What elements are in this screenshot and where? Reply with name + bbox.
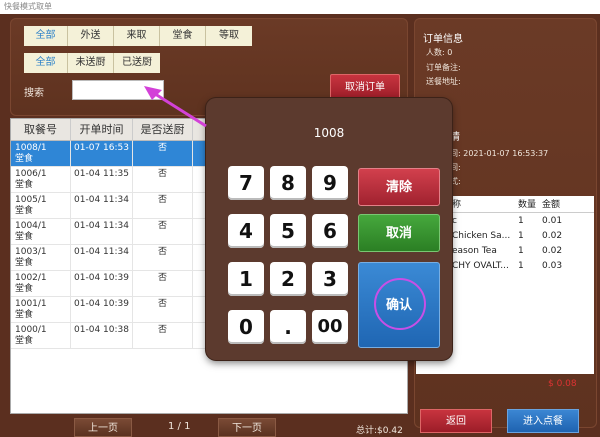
- cancel-order-button[interactable]: 取消订单: [330, 74, 400, 100]
- tab-status-all[interactable]: 全部: [24, 53, 68, 73]
- key-4[interactable]: 4: [228, 214, 264, 248]
- tab-type-all[interactable]: 全部: [24, 26, 68, 46]
- order-info-title: 订单信息: [423, 34, 463, 45]
- status-filter-tabs: 全部 未送厨 已送厨: [24, 53, 160, 73]
- back-button[interactable]: 返回: [420, 409, 492, 433]
- prev-page-button[interactable]: 上一页: [74, 418, 132, 437]
- tab-status-not-sent[interactable]: 未送厨: [68, 53, 114, 73]
- enter-order-button[interactable]: 进入点餐: [507, 409, 579, 433]
- search-label: 搜索: [24, 88, 44, 99]
- order-time: 01-04 10:39: [71, 271, 133, 297]
- key-7[interactable]: 7: [228, 166, 264, 200]
- order-type: 堂食: [15, 206, 34, 216]
- key-1[interactable]: 1: [228, 262, 264, 296]
- window-title: 快餐模式取单: [0, 0, 600, 14]
- order-sent: 否: [133, 271, 193, 297]
- next-page-button[interactable]: 下一页: [218, 418, 276, 437]
- key-dot[interactable]: .: [270, 310, 306, 344]
- order-detail-time: 间: 2021-01-07 16:53:37: [450, 149, 549, 158]
- item-qty: 1: [518, 261, 524, 271]
- key-9[interactable]: 9: [312, 166, 348, 200]
- order-time: 01-04 11:35: [71, 167, 133, 193]
- tab-type-waiting[interactable]: 等取: [206, 26, 252, 46]
- column-header-open-time[interactable]: 开单时间: [71, 119, 133, 141]
- column-header-order-no[interactable]: 取餐号: [11, 119, 71, 141]
- order-no: 1000/1: [15, 325, 47, 335]
- order-sent: 否: [133, 219, 193, 245]
- key-double-zero[interactable]: 00: [312, 310, 348, 344]
- item-amount: 0.02: [542, 246, 563, 256]
- keypad-clear-button[interactable]: 清除: [358, 168, 440, 206]
- order-sent: 否: [133, 245, 193, 271]
- order-sent: 否: [133, 297, 193, 323]
- key-8[interactable]: 8: [270, 166, 306, 200]
- item-qty: 1: [518, 246, 524, 256]
- item-amount: 0.03: [542, 261, 563, 271]
- item-amount: 0.01: [542, 216, 563, 226]
- items-col-qty: 数量: [518, 200, 537, 210]
- order-detail-total: $ 0.08: [548, 379, 577, 389]
- tab-status-sent[interactable]: 已送厨: [114, 53, 160, 73]
- keypad-display: 1008: [313, 126, 345, 140]
- numeric-keypad-dialog: 1008 7 8 9 4 5 6 1 2 3 0 . 00 清除 取消 确认: [206, 98, 452, 360]
- tab-type-dinein[interactable]: 堂食: [160, 26, 206, 46]
- order-time: 01-04 11:34: [71, 219, 133, 245]
- tab-type-pickup[interactable]: 来取: [114, 26, 160, 46]
- key-2[interactable]: 2: [270, 262, 306, 296]
- order-no: 1008/1: [15, 143, 47, 153]
- key-3[interactable]: 3: [312, 262, 348, 296]
- tab-type-delivery[interactable]: 外送: [68, 26, 114, 46]
- order-type: 堂食: [15, 284, 34, 294]
- type-filter-tabs: 全部 外送 来取 堂食 等取: [24, 26, 252, 46]
- order-sent: 否: [133, 193, 193, 219]
- key-5[interactable]: 5: [270, 214, 306, 248]
- annotation-circle: [374, 278, 426, 330]
- order-no: 1003/1: [15, 247, 47, 257]
- order-no: 1001/1: [15, 299, 47, 309]
- order-time: 01-04 11:34: [71, 245, 133, 271]
- order-info-address: 送餐地址:: [426, 77, 461, 86]
- order-info-note: 订单备注:: [426, 63, 461, 72]
- order-time: 01-04 11:34: [71, 193, 133, 219]
- order-type: 堂食: [15, 180, 34, 190]
- orders-total: 总计:$0.42: [356, 426, 403, 436]
- items-col-amount: 金额: [542, 200, 561, 210]
- order-no: 1006/1: [15, 169, 47, 179]
- key-6[interactable]: 6: [312, 214, 348, 248]
- order-sent: 否: [133, 167, 193, 193]
- order-type: 堂食: [15, 336, 34, 346]
- page-indicator: 1 / 1: [168, 421, 191, 432]
- order-sent: 否: [133, 141, 193, 167]
- annotation-arrow-icon: [144, 86, 207, 128]
- order-time: 01-07 16:53: [71, 141, 133, 167]
- order-no: 1004/1: [15, 221, 47, 231]
- item-amount: 0.02: [542, 231, 563, 241]
- order-no: 1002/1: [15, 273, 47, 283]
- order-info-people: 人数: 0: [426, 48, 453, 57]
- order-type: 堂食: [15, 258, 34, 268]
- item-qty: 1: [518, 216, 524, 226]
- order-no: 1005/1: [15, 195, 47, 205]
- item-qty: 1: [518, 231, 524, 241]
- order-type: 堂食: [15, 232, 34, 242]
- order-sent: 否: [133, 323, 193, 349]
- key-0[interactable]: 0: [228, 310, 264, 344]
- order-type: 堂食: [15, 154, 34, 164]
- keypad-cancel-button[interactable]: 取消: [358, 214, 440, 252]
- order-time: 01-04 10:38: [71, 323, 133, 349]
- order-type: 堂食: [15, 310, 34, 320]
- order-time: 01-04 10:39: [71, 297, 133, 323]
